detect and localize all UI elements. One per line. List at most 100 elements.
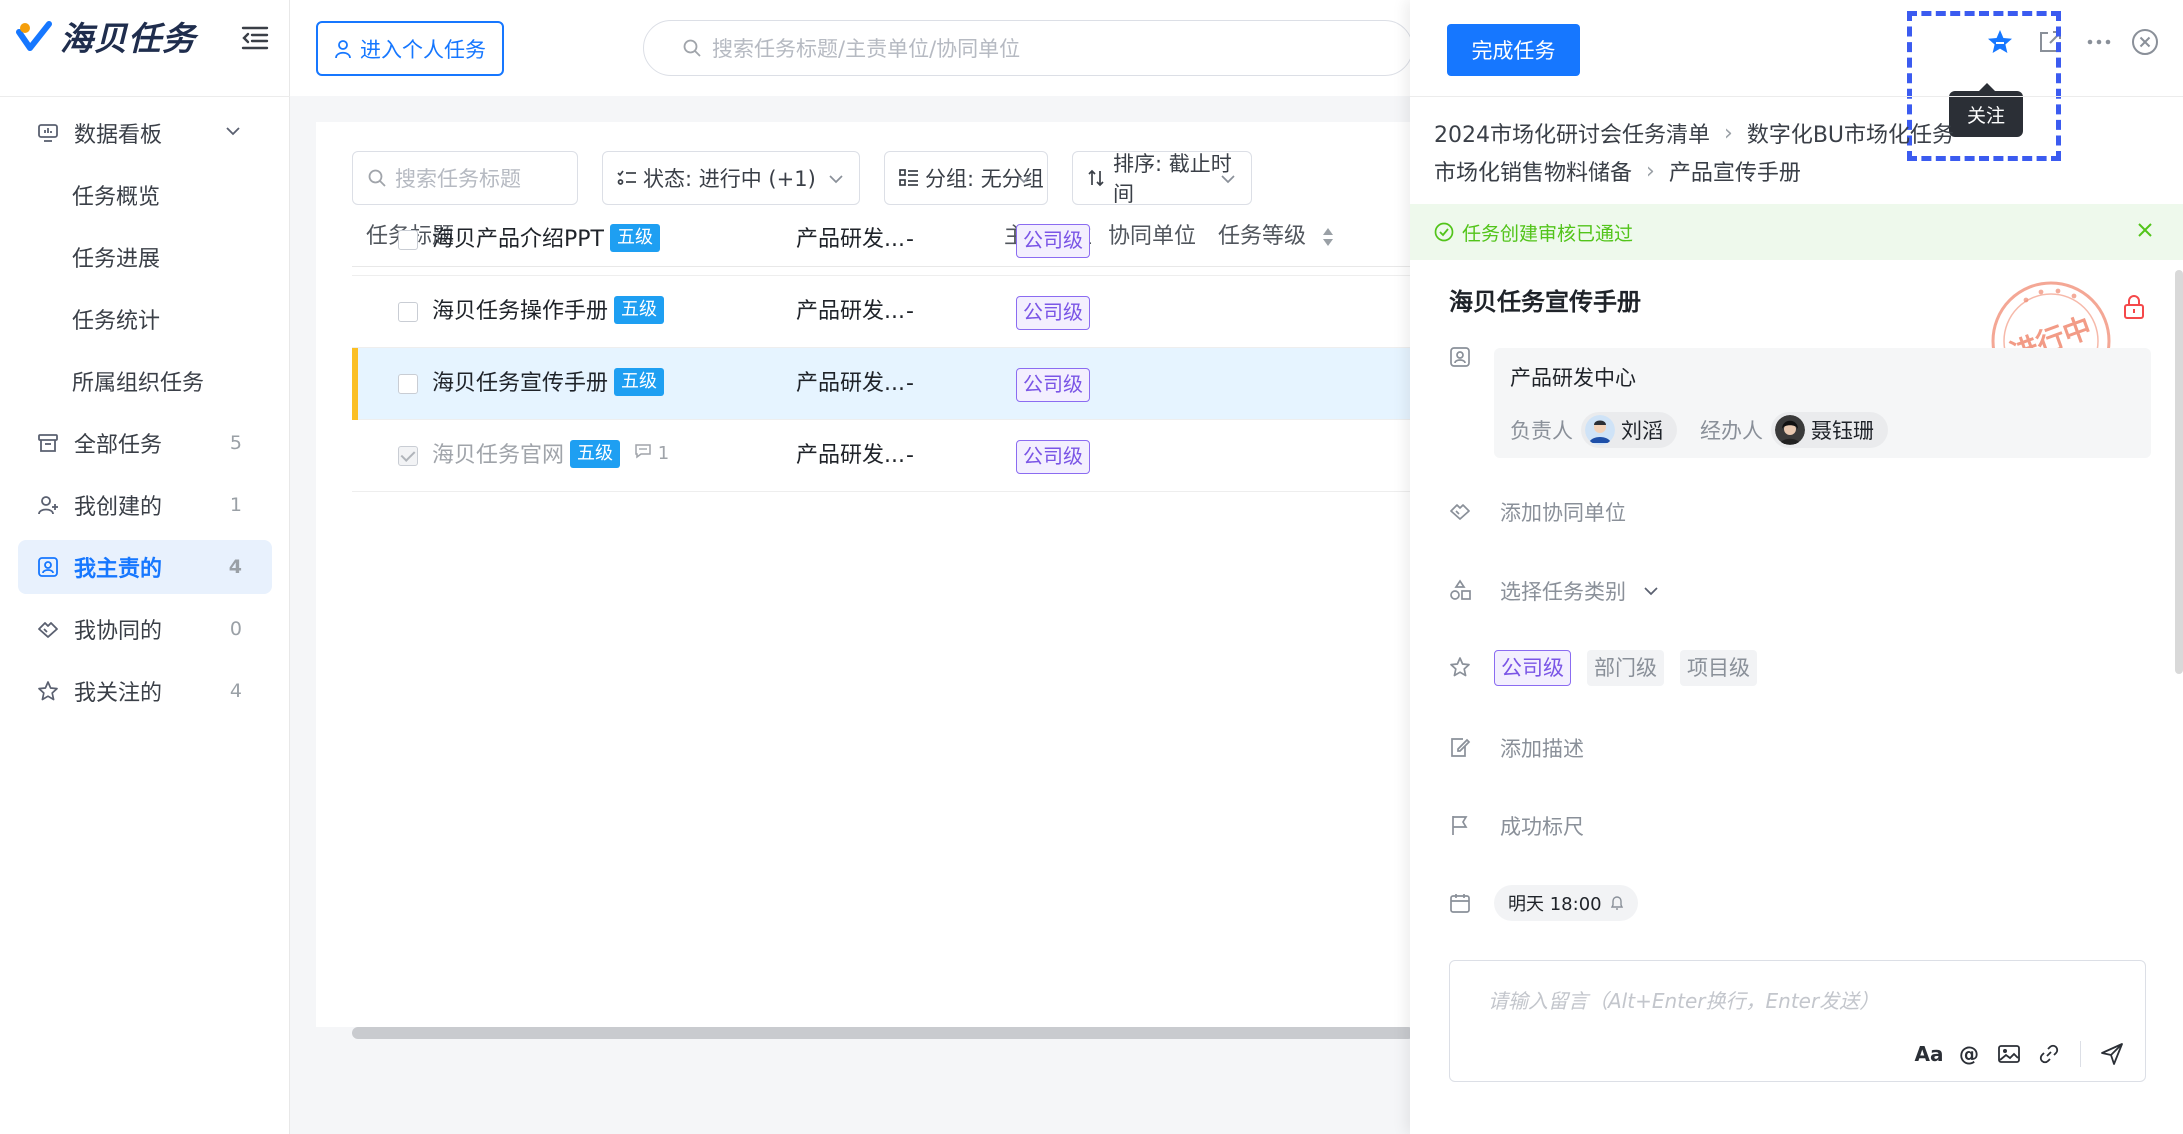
group-filter-select[interactable]: 分组: 无分组 (884, 151, 1048, 205)
choose-category-select[interactable]: 选择任务类别 (1500, 576, 1660, 606)
sidebar-item-task-overview[interactable]: 任务概览 (18, 168, 272, 222)
chevron-right-icon: › (1724, 120, 1733, 146)
breadcrumb-item[interactable]: 产品宣传手册 (1669, 155, 1801, 187)
chevron-down-icon (1015, 169, 1033, 193)
choose-category-label: 选择任务类别 (1500, 580, 1626, 604)
sidebar-item-label: 任务统计 (72, 309, 161, 334)
sidebar-item-count: 4 (228, 556, 242, 578)
breadcrumb-item[interactable]: 市场化销售物料储备 (1434, 155, 1632, 187)
complete-task-button[interactable]: 完成任务 (1447, 24, 1580, 76)
toolbar-divider (2080, 1041, 2081, 1067)
row-checkbox[interactable] (398, 374, 418, 394)
table-row-selected[interactable]: 海贝任务宣传手册 五级 产品研发... - 公司级 (352, 348, 1414, 420)
search-icon (368, 169, 386, 187)
handler-name: 聂钰珊 (1811, 419, 1874, 443)
image-icon[interactable] (1996, 1041, 2022, 1067)
responsible-pill[interactable]: 刘滔 (1581, 412, 1677, 448)
responsible-person: 负责人 刘滔 (1510, 412, 1677, 448)
sidebar-item-label: 我关注的 (74, 681, 163, 706)
sort-select[interactable]: 排序: 截止时间 (1072, 151, 1252, 206)
grade-badge: 五级 (609, 224, 660, 252)
category-shapes-icon (1450, 579, 1471, 600)
vertical-scrollbar[interactable] (2175, 270, 2183, 674)
collapse-sidebar-icon[interactable] (238, 20, 272, 54)
breadcrumb-item[interactable]: 2024市场化研讨会任务清单 (1434, 117, 1710, 149)
row-checkbox[interactable] (398, 302, 418, 322)
horizontal-scrollbar[interactable] (352, 1027, 1414, 1039)
sidebar-item-followed[interactable]: 我关注的 4 (18, 664, 272, 718)
unit-cell: 产品研发... (796, 227, 905, 252)
sidebar-item-count: 1 (229, 494, 242, 516)
sidebar-item-created[interactable]: 我创建的 1 (18, 478, 272, 532)
app-logo[interactable]: 海贝任务 (16, 14, 196, 58)
follow-tooltip: 关注 (1949, 83, 2023, 137)
sidebar-item-dashboard[interactable]: 数据看板 (18, 106, 272, 160)
chevron-down-icon (1219, 169, 1237, 193)
chevron-down-icon (827, 169, 845, 193)
task-title-cell: 海贝任务官网 五级 1 (432, 420, 669, 492)
close-icon[interactable] (2125, 22, 2165, 62)
cooperator-cell: - (906, 371, 914, 396)
row-checkbox[interactable] (398, 230, 418, 250)
comment-input[interactable]: 请输入留言（Alt+Enter换行，Enter发送） Aa @ (1449, 960, 2146, 1082)
task-title-heading[interactable]: 海贝任务宣传手册 (1449, 282, 1641, 317)
table-row[interactable]: 海贝产品介绍PPT 五级 产品研发... - 公司级 (352, 204, 1414, 276)
sidebar-item-label: 我创建的 (74, 495, 163, 520)
approval-notice: 任务创建审核已通过 (1410, 204, 2183, 260)
user-icon (335, 39, 351, 58)
task-title: 海贝产品介绍PPT (432, 227, 604, 252)
owner-card[interactable]: 产品研发中心 负责人 刘滔 经办人 聂钰珊 (1494, 348, 2151, 458)
global-search-input[interactable]: 搜索任务标题/主责单位/协同单位 (643, 20, 1413, 76)
due-date-pill[interactable]: 明天 18:00 (1494, 885, 1638, 921)
add-cooperator-field[interactable]: 添加协同单位 (1500, 497, 1626, 527)
task-title-search-input[interactable]: 搜索任务标题 (352, 151, 578, 205)
sidebar-item-all-tasks[interactable]: 全部任务 5 (18, 416, 272, 470)
sidebar-item-task-progress[interactable]: 任务进展 (18, 230, 272, 284)
chevron-down-icon (224, 121, 242, 146)
enter-personal-tasks-label: 进入个人任务 (360, 37, 486, 62)
sidebar-item-task-stats[interactable]: 任务统计 (18, 292, 272, 346)
lock-icon[interactable] (2123, 294, 2145, 326)
level-option-department[interactable]: 部门级 (1587, 650, 1664, 686)
sidebar-item-responsible[interactable]: 我主责的 4 (18, 540, 272, 594)
cooperator-cell: - (906, 443, 914, 468)
level-option-company[interactable]: 公司级 (1494, 650, 1571, 686)
status-filter-label: 状态: 进行中 (+1) (643, 167, 816, 191)
grade-badge: 五级 (614, 368, 665, 396)
mention-button[interactable]: @ (1956, 1041, 1982, 1067)
unit-cell: 产品研发... (796, 443, 905, 468)
success-criteria-field[interactable]: 成功标尺 (1500, 811, 1584, 841)
add-description-field[interactable]: 添加描述 (1500, 733, 1584, 763)
table-row[interactable]: 海贝任务操作手册 五级 产品研发... - 公司级 (352, 276, 1414, 348)
app-name: 海贝任务 (60, 19, 196, 58)
breadcrumb-item[interactable]: 数字化BU市场化任务 (1747, 117, 1954, 149)
responsible-name: 刘滔 (1621, 419, 1663, 443)
sidebar-item-cooperating[interactable]: 我协同的 0 (18, 602, 272, 656)
task-title-cell: 海贝任务操作手册 五级 (432, 276, 665, 348)
level-option-project[interactable]: 项目级 (1680, 650, 1757, 686)
status-filter-select[interactable]: 状态: 进行中 (+1) (602, 151, 860, 205)
row-checkbox-checked[interactable] (398, 446, 418, 466)
more-icon[interactable] (2079, 22, 2119, 62)
level-tag: 公司级 (1016, 440, 1090, 474)
sidebar-item-label: 任务概览 (72, 185, 161, 210)
close-notice-icon[interactable] (2135, 220, 2163, 245)
due-date-field[interactable]: 明天 18:00 (1494, 885, 1638, 921)
logo-mark-icon (16, 18, 52, 54)
handler-pill[interactable]: 聂钰珊 (1771, 412, 1888, 448)
task-title: 海贝任务操作手册 (432, 299, 609, 324)
status-list-icon (617, 169, 637, 187)
sidebar-item-org-tasks[interactable]: 所属组织任务 (18, 354, 272, 408)
comment-placeholder: 请输入留言（Alt+Enter换行，Enter发送） (1488, 989, 1880, 1013)
level-tag: 公司级 (1016, 296, 1090, 330)
owner-unit: 产品研发中心 (1510, 366, 1636, 390)
archive-icon (36, 431, 60, 455)
font-format-button[interactable]: Aa (1915, 1041, 1944, 1067)
check-circle-icon (1434, 222, 1454, 242)
enter-personal-tasks-button[interactable]: 进入个人任务 (316, 21, 504, 76)
task-title-search-placeholder: 搜索任务标题 (395, 167, 521, 191)
send-icon[interactable] (2099, 1041, 2125, 1067)
link-icon[interactable] (2036, 1041, 2062, 1067)
star-icon (36, 679, 60, 703)
table-row[interactable]: 海贝任务官网 五级 1 产品研发... - 公司级 (352, 420, 1414, 492)
